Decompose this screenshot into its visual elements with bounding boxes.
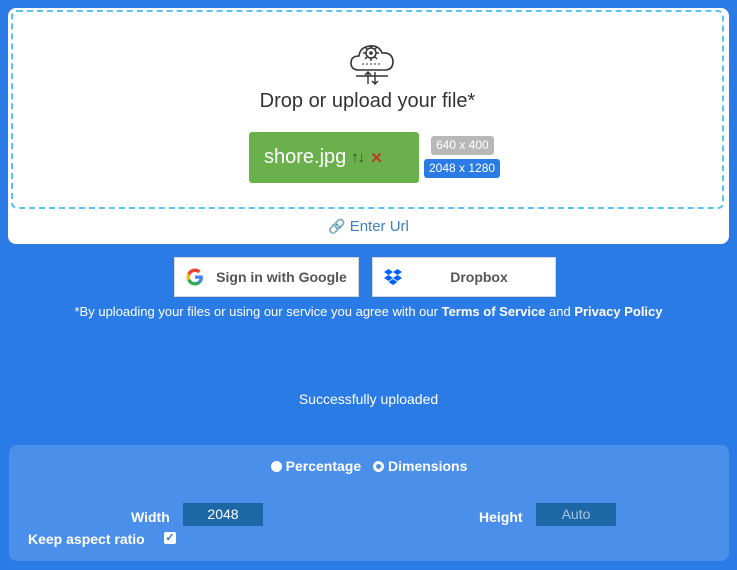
keep-aspect-label: Keep aspect ratio [28,531,145,547]
dimensions-option[interactable]: Dimensions [373,458,467,474]
terms-of-service-link[interactable]: Terms of Service [442,304,546,319]
resize-mode-group: Percentage Dimensions [9,458,729,474]
file-name: shore.jpg [264,146,347,168]
percentage-option[interactable]: Percentage [270,458,365,474]
dropbox-label: Dropbox [450,269,508,285]
width-label: Width [131,509,170,525]
upload-card: Drop or upload your file* shore.jpg ↑↓ ✕… [8,8,729,244]
uploaded-file-chip[interactable]: shore.jpg ↑↓ ✕ [249,132,419,183]
original-dimensions-badge: 640 x 400 [431,136,494,155]
percentage-label: Percentage [285,458,362,474]
resize-settings-panel: Percentage Dimensions Width 2048 Height … [9,445,729,561]
file-dropzone[interactable]: Drop or upload your file* shore.jpg ↑↓ ✕… [11,10,724,209]
google-signin-label: Sign in with Google [216,269,347,285]
height-label: Height [479,509,523,525]
google-signin-button[interactable]: Sign in with Google [174,257,359,297]
google-icon [186,268,203,286]
privacy-policy-link[interactable]: Privacy Policy [574,304,662,319]
dimensions-radio[interactable] [373,461,384,472]
percentage-radio[interactable] [270,461,282,472]
upload-status: Successfully uploaded [298,391,439,407]
dimensions-label: Dimensions [388,458,468,474]
width-input[interactable]: 2048 [183,503,263,526]
drop-upload-label: Drop or upload your file* [259,90,476,112]
terms-prefix: *By uploading your files or using our se… [74,304,442,319]
keep-aspect-checkbox[interactable]: ✓ [164,532,176,544]
terms-and: and [545,304,575,319]
terms-notice: *By uploading your files or using our se… [0,304,737,319]
resized-dimensions-badge: 2048 x 1280 [424,159,501,178]
cloud-upload-icon [350,45,394,85]
remove-file-icon[interactable]: ✕ [370,149,383,167]
swap-arrows-icon[interactable]: ↑↓ [351,149,365,166]
height-input[interactable]: Auto [536,503,616,526]
enter-url-label: Enter Url [349,218,409,235]
enter-url-link[interactable]: 🔗 Enter Url [8,218,729,235]
dropbox-icon [384,269,402,285]
link-icon: 🔗 [328,218,346,234]
dropbox-button[interactable]: Dropbox [372,257,556,297]
